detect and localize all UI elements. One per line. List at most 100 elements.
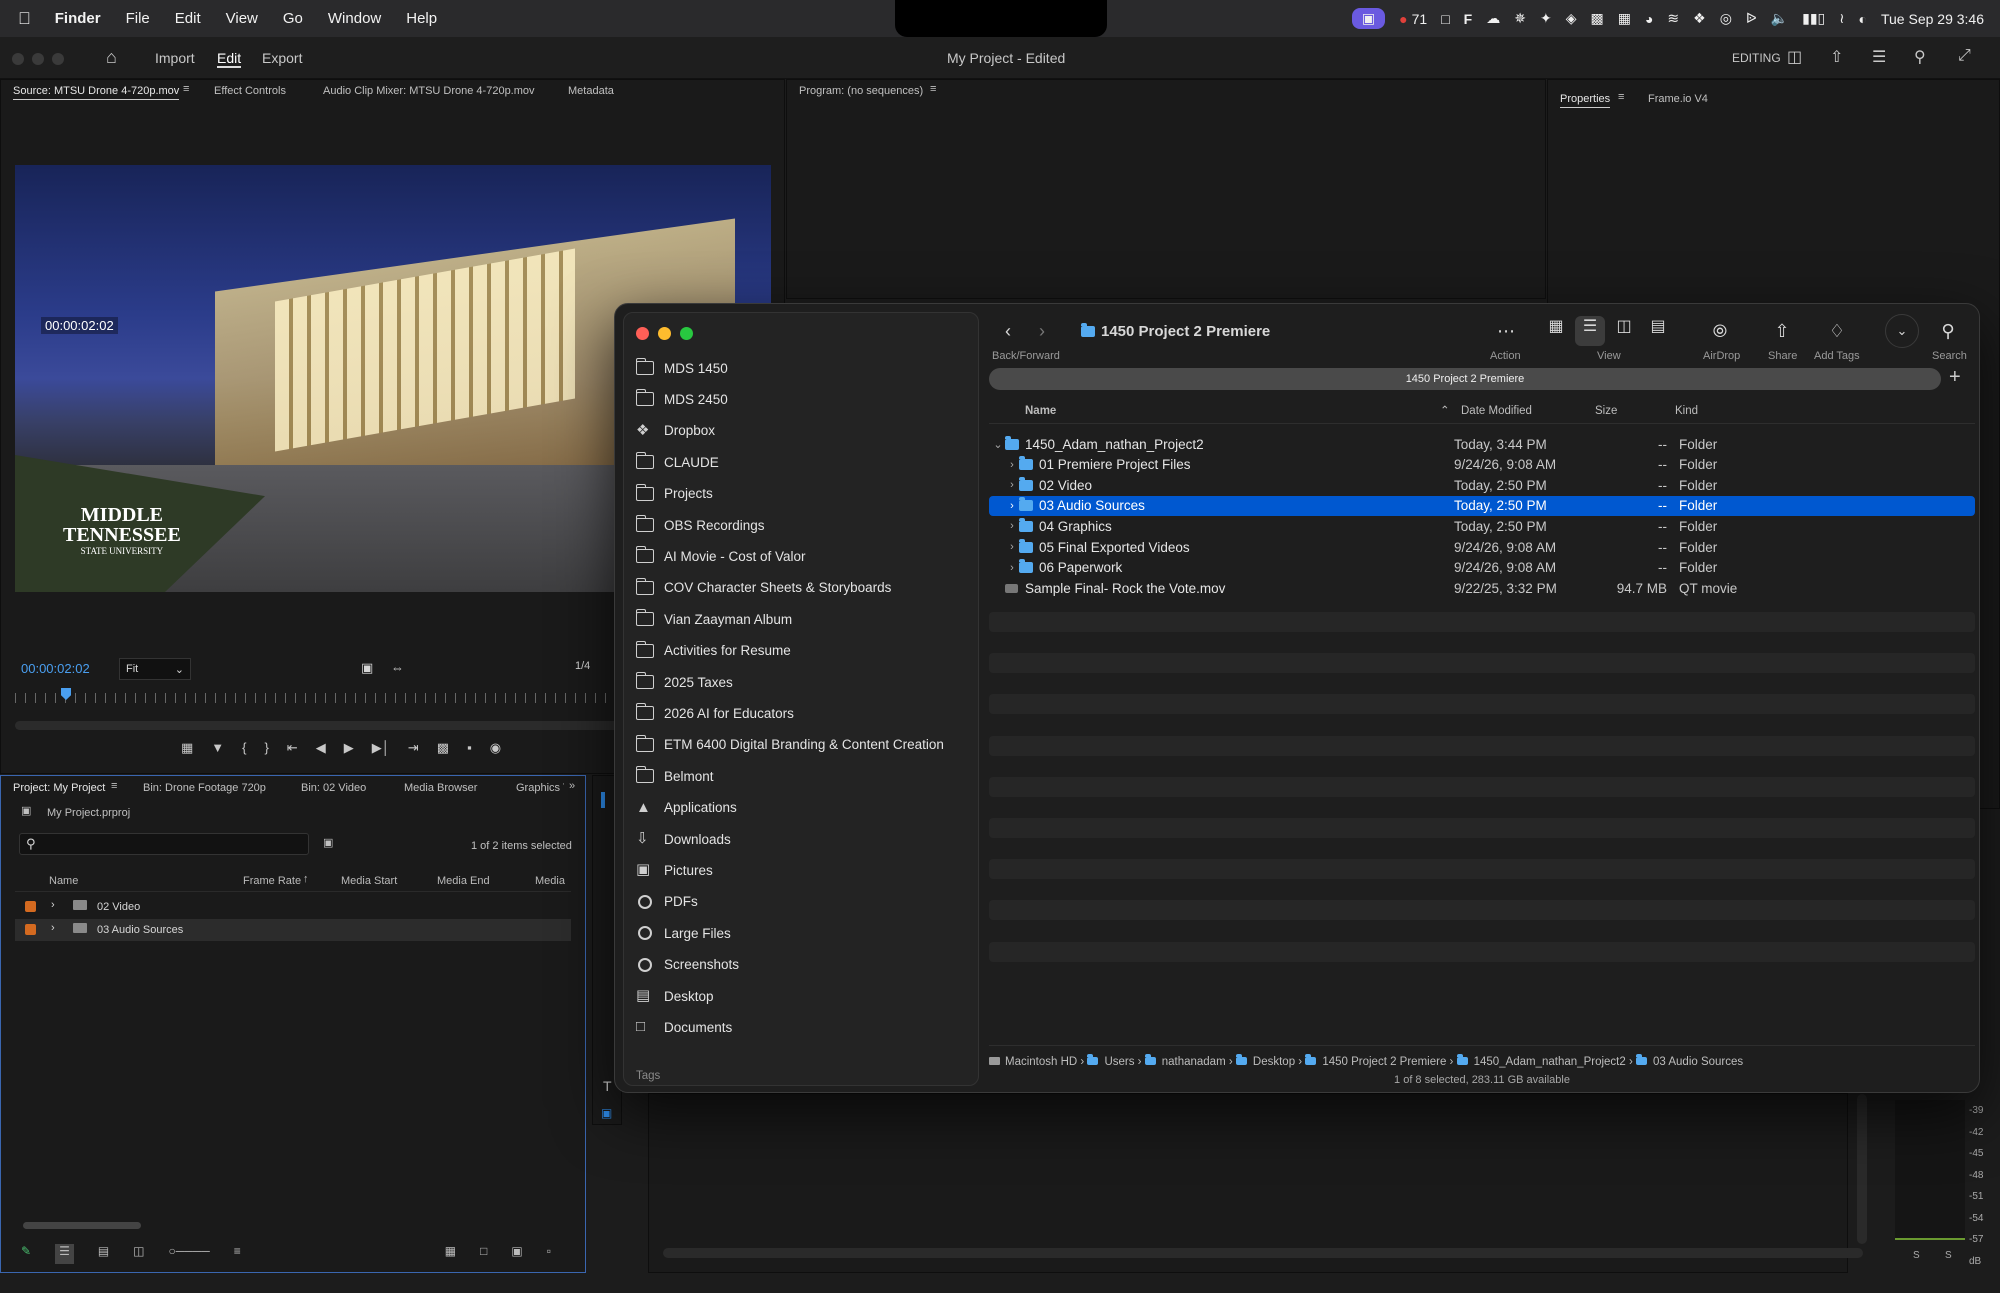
icon-view-icon[interactable]: ▤: [98, 1244, 109, 1264]
sidebar-item[interactable]: Vian Zaayman Album: [635, 607, 792, 631]
activity-icon[interactable]: ≋: [1667, 10, 1679, 27]
disclosure-closed-icon[interactable]: ›: [1005, 520, 1019, 532]
bin-row[interactable]: › 03 Audio Sources: [15, 919, 571, 941]
tab-frameio[interactable]: Frame.io V4: [1648, 93, 1708, 105]
airdrop-button[interactable]: ⦾: [1703, 314, 1737, 348]
menu-go[interactable]: Go: [283, 10, 303, 27]
sidebar-item[interactable]: ETM 6400 Digital Branding & Content Crea…: [635, 733, 944, 757]
claude-icon[interactable]: ✵: [1514, 10, 1526, 27]
menu-app-finder[interactable]: Finder: [55, 10, 101, 27]
disclosure-open-icon[interactable]: ⌄: [991, 438, 1005, 451]
battery-icon[interactable]: ▮▮▯: [1802, 10, 1825, 27]
add-tags-button[interactable]: ♢: [1820, 314, 1854, 348]
mark-out-icon[interactable]: }: [265, 740, 269, 756]
timeline-hscrollbar[interactable]: [663, 1248, 1863, 1258]
action-button[interactable]: ⋯: [1489, 314, 1523, 348]
hotspot-icon[interactable]: ◎: [1720, 10, 1732, 27]
tab-bin-video[interactable]: Bin: 02 Video: [301, 782, 366, 794]
col-frame-rate[interactable]: Frame Rate: [243, 875, 301, 887]
import-tab[interactable]: Import: [155, 50, 195, 66]
zoom-slider[interactable]: ○────: [169, 1244, 210, 1264]
solo-button[interactable]: S: [1945, 1250, 1952, 1261]
new-bin-icon[interactable]: □: [480, 1244, 487, 1264]
bartender-icon[interactable]: ▩: [1590, 10, 1603, 27]
chevron-right-icon[interactable]: ›: [51, 922, 55, 934]
pencil-icon[interactable]: ✎: [21, 1244, 31, 1264]
export-tab[interactable]: Export: [262, 50, 302, 66]
tab-graphics[interactable]: Graphics T: [516, 782, 564, 794]
back-button[interactable]: ‹: [991, 314, 1025, 348]
sidebar-item[interactable]: 2025 Taxes: [635, 670, 733, 694]
disclosure-closed-icon[interactable]: ›: [1005, 562, 1019, 574]
tab-properties[interactable]: Properties: [1560, 93, 1611, 108]
fullscreen-icon[interactable]: ⤢: [1958, 47, 1971, 65]
settings-icon[interactable]: ☰: [1872, 47, 1886, 67]
sidebar-item[interactable]: MDS 1450: [635, 356, 728, 380]
project-menu-icon[interactable]: ≡: [111, 780, 117, 792]
step-forward-icon[interactable]: ▶│: [372, 740, 390, 756]
file-row[interactable]: › 03 Audio Sources Today, 2:50 PM -- Folder: [989, 495, 1975, 516]
menu-file[interactable]: File: [126, 10, 150, 27]
go-to-out-icon[interactable]: ⇥: [408, 740, 419, 756]
export-frame-icon[interactable]: ▦: [181, 740, 193, 756]
sidebar-item[interactable]: Screenshots: [636, 953, 739, 977]
f-icon[interactable]: F: [1464, 11, 1473, 27]
panel-icon[interactable]: ◫: [1787, 47, 1802, 67]
edit-tab[interactable]: Edit: [217, 50, 242, 68]
workspace-label[interactable]: EDITING: [1732, 51, 1781, 65]
path-crumb[interactable]: 1450 Project 2 Premiere: [1322, 1056, 1446, 1068]
control-center-icon[interactable]: ◐: [1859, 11, 1867, 27]
chevron-right-icon[interactable]: ›: [51, 899, 55, 911]
menu-view[interactable]: View: [226, 10, 258, 27]
path-crumb[interactable]: Macintosh HD: [1005, 1056, 1077, 1068]
col-media-end[interactable]: Media End: [437, 875, 490, 887]
home-icon[interactable]: ⌂: [106, 47, 117, 68]
sidebar-item[interactable]: Projects: [635, 482, 713, 506]
sidebar-item[interactable]: CLAUDE: [635, 450, 719, 474]
col-name-header[interactable]: Name: [1025, 405, 1056, 417]
tab-metadata[interactable]: Metadata: [568, 85, 614, 97]
sort-icon[interactable]: ≡: [234, 1244, 241, 1264]
bluetooth-icon[interactable]: ᐉ: [1746, 10, 1757, 27]
col-date-header[interactable]: Date Modified: [1461, 405, 1532, 417]
sidebar-item[interactable]: 2026 AI for Educators: [635, 701, 794, 725]
solo-button[interactable]: S: [1913, 1250, 1920, 1261]
search-icon[interactable]: ⚲: [1914, 47, 1926, 67]
overwrite-icon[interactable]: ▪: [467, 740, 472, 756]
file-row[interactable]: Sample Final- Rock the Vote.mov 9/22/25, …: [989, 578, 1975, 598]
list-view-icon[interactable]: ☰: [55, 1244, 74, 1264]
trash-icon[interactable]: ▫: [547, 1244, 551, 1264]
more-tabs-icon[interactable]: »: [569, 780, 575, 792]
pinwheel-icon[interactable]: ✦: [1540, 10, 1552, 27]
disclosure-closed-icon[interactable]: ›: [1005, 479, 1019, 491]
minimize-button[interactable]: [658, 327, 671, 340]
program-menu-icon[interactable]: ≡: [930, 83, 936, 95]
file-row[interactable]: › 02 Video Today, 2:50 PM -- Folder: [989, 475, 1975, 495]
group-dropdown-button[interactable]: ⌄: [1885, 314, 1919, 348]
sidebar-item[interactable]: ▣ Pictures: [636, 858, 713, 882]
project-hscrollbar[interactable]: [23, 1222, 141, 1229]
path-crumb[interactable]: Users: [1104, 1056, 1134, 1068]
tab-menu-icon[interactable]: ≡: [183, 83, 189, 95]
sidebar-item[interactable]: ▲ Applications: [636, 796, 737, 820]
share-button[interactable]: ⇧: [1765, 314, 1799, 348]
go-to-in-icon[interactable]: ⇤: [287, 740, 298, 756]
menu-window[interactable]: Window: [328, 10, 381, 27]
volume-icon[interactable]: 🔈: [1771, 10, 1788, 27]
record-icon[interactable]: ●: [1399, 11, 1407, 27]
mark-in-icon[interactable]: {: [242, 740, 246, 756]
source-timecode[interactable]: 00:00:02:02: [21, 661, 90, 676]
col-media-start[interactable]: Media Start: [341, 875, 397, 887]
step-back-icon[interactable]: ◀: [316, 740, 326, 756]
new-tab-button[interactable]: +: [1949, 366, 1961, 389]
tab-audio-clip-mixer[interactable]: Audio Clip Mixer: MTSU Drone 4-720p.mov: [323, 85, 535, 97]
disclosure-closed-icon[interactable]: ›: [1005, 500, 1019, 512]
col-name[interactable]: Name: [49, 875, 78, 887]
play-icon[interactable]: ▶: [344, 740, 354, 756]
freeform-view-icon[interactable]: ◫: [133, 1244, 144, 1264]
sidebar-item[interactable]: ❖ Dropbox: [636, 419, 715, 443]
screenshot-icon[interactable]: □: [1441, 11, 1449, 27]
grid-icon[interactable]: ▦: [1618, 10, 1631, 27]
selection-tool-icon[interactable]: [601, 792, 605, 808]
forward-button[interactable]: ›: [1025, 314, 1059, 348]
